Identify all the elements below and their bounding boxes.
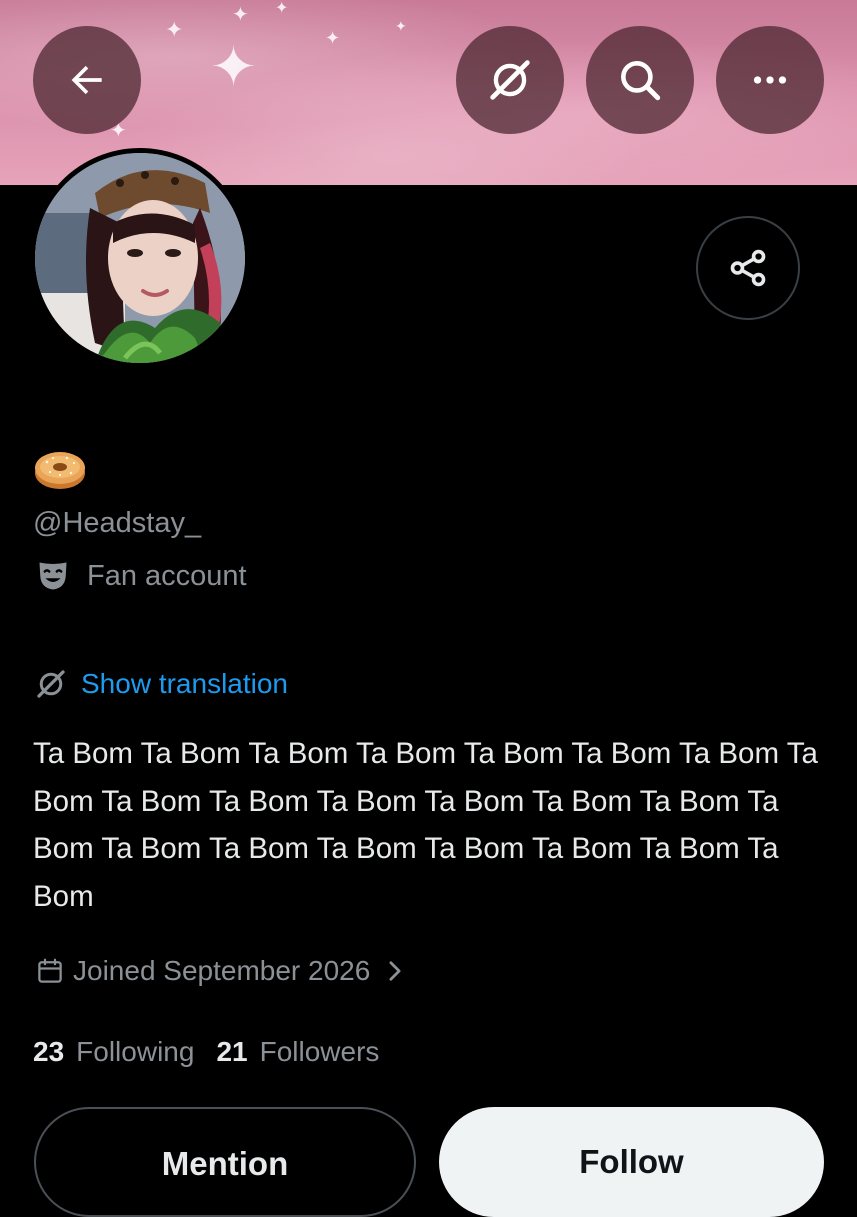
mention-button-label: Mention: [161, 1145, 289, 1182]
following-label: Following: [76, 1036, 195, 1067]
followers-count: 21: [216, 1036, 248, 1067]
followers-stat[interactable]: 21 Followers: [216, 1036, 379, 1068]
category-label: Fan account: [87, 559, 247, 592]
theater-mask-icon: [39, 562, 67, 590]
mention-button[interactable]: Mention: [34, 1107, 416, 1217]
search-icon: [621, 61, 661, 101]
sparkle-decoration: ✦: [395, 19, 407, 35]
sparkle-decoration: ✦: [165, 18, 184, 43]
sparkle-decoration: ✦: [210, 35, 257, 100]
share-icon: [730, 249, 766, 287]
following-stat[interactable]: 23 Following: [33, 1036, 194, 1068]
search-button[interactable]: [586, 26, 694, 134]
user-handle: @Headstay_: [33, 507, 202, 539]
following-count: 23: [33, 1036, 65, 1067]
follow-button[interactable]: Follow: [439, 1107, 824, 1217]
back-button[interactable]: [33, 26, 141, 134]
sparkle-decoration: ✦: [232, 2, 249, 26]
follow-stats: 23 Following 21 Followers: [33, 1036, 379, 1068]
joined-date[interactable]: Joined September 2026: [35, 955, 404, 987]
display-name: 🥯: [33, 446, 87, 492]
bagel-emoji: [35, 452, 85, 489]
translate-icon: [490, 60, 530, 100]
joined-label: Joined September 2026: [73, 955, 371, 986]
more-icon: [753, 76, 787, 84]
show-translation-link[interactable]: Show translation: [33, 666, 288, 702]
follow-button-label: Follow: [579, 1143, 684, 1180]
sparkle-decoration: ✦: [325, 28, 341, 49]
chevron-right-icon: [389, 961, 401, 981]
share-button[interactable]: [696, 216, 800, 320]
profile-bio: Ta Bom Ta Bom Ta Bom Ta Bom Ta Bom Ta Bo…: [33, 737, 818, 913]
avatar-image: [35, 153, 245, 363]
translate-button[interactable]: [456, 26, 564, 134]
sparkle-decoration: ✦: [275, 0, 289, 17]
profile-category[interactable]: Fan account: [35, 558, 247, 594]
more-button[interactable]: [716, 26, 824, 134]
avatar[interactable]: [35, 153, 245, 363]
followers-label: Followers: [259, 1036, 380, 1067]
show-translation-label: Show translation: [81, 668, 289, 699]
translate-icon: [37, 670, 65, 698]
back-arrow-icon: [71, 65, 102, 95]
calendar-icon: [38, 958, 62, 983]
